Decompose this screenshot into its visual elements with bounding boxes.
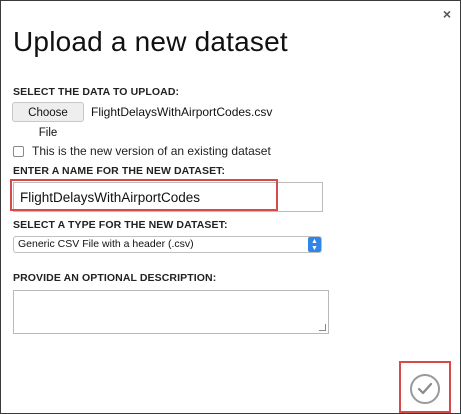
description-label: PROVIDE AN OPTIONAL DESCRIPTION: [13,272,217,284]
dataset-name-label: ENTER A NAME FOR THE NEW DATASET: [13,165,226,177]
choose-file-button[interactable]: Choose File [12,102,84,139]
ok-button[interactable] [410,374,440,404]
upload-dataset-dialog: × Upload a new dataset SELECT THE DATA T… [0,0,461,414]
upload-label: SELECT THE DATA TO UPLOAD: [13,86,180,98]
dataset-type-select[interactable]: Generic CSV File with a header (.csv) ▲ ▼ [13,236,322,253]
dataset-type-value: Generic CSV File with a header (.csv) [18,238,194,250]
resize-grip-icon[interactable] [319,324,326,331]
selected-file-name: FlightDelaysWithAirportCodes.csv [91,105,273,119]
checkmark-icon [417,382,433,395]
new-version-label: This is the new version of an existing d… [32,144,271,158]
description-textarea[interactable] [13,290,329,334]
chevron-up-down-icon: ▲ ▼ [308,237,321,252]
dataset-type-label: SELECT A TYPE FOR THE NEW DATASET: [13,219,228,231]
dialog-title: Upload a new dataset [13,26,288,57]
close-icon[interactable]: × [443,6,451,22]
dataset-name-input[interactable] [13,182,323,212]
new-version-checkbox[interactable] [13,146,24,157]
